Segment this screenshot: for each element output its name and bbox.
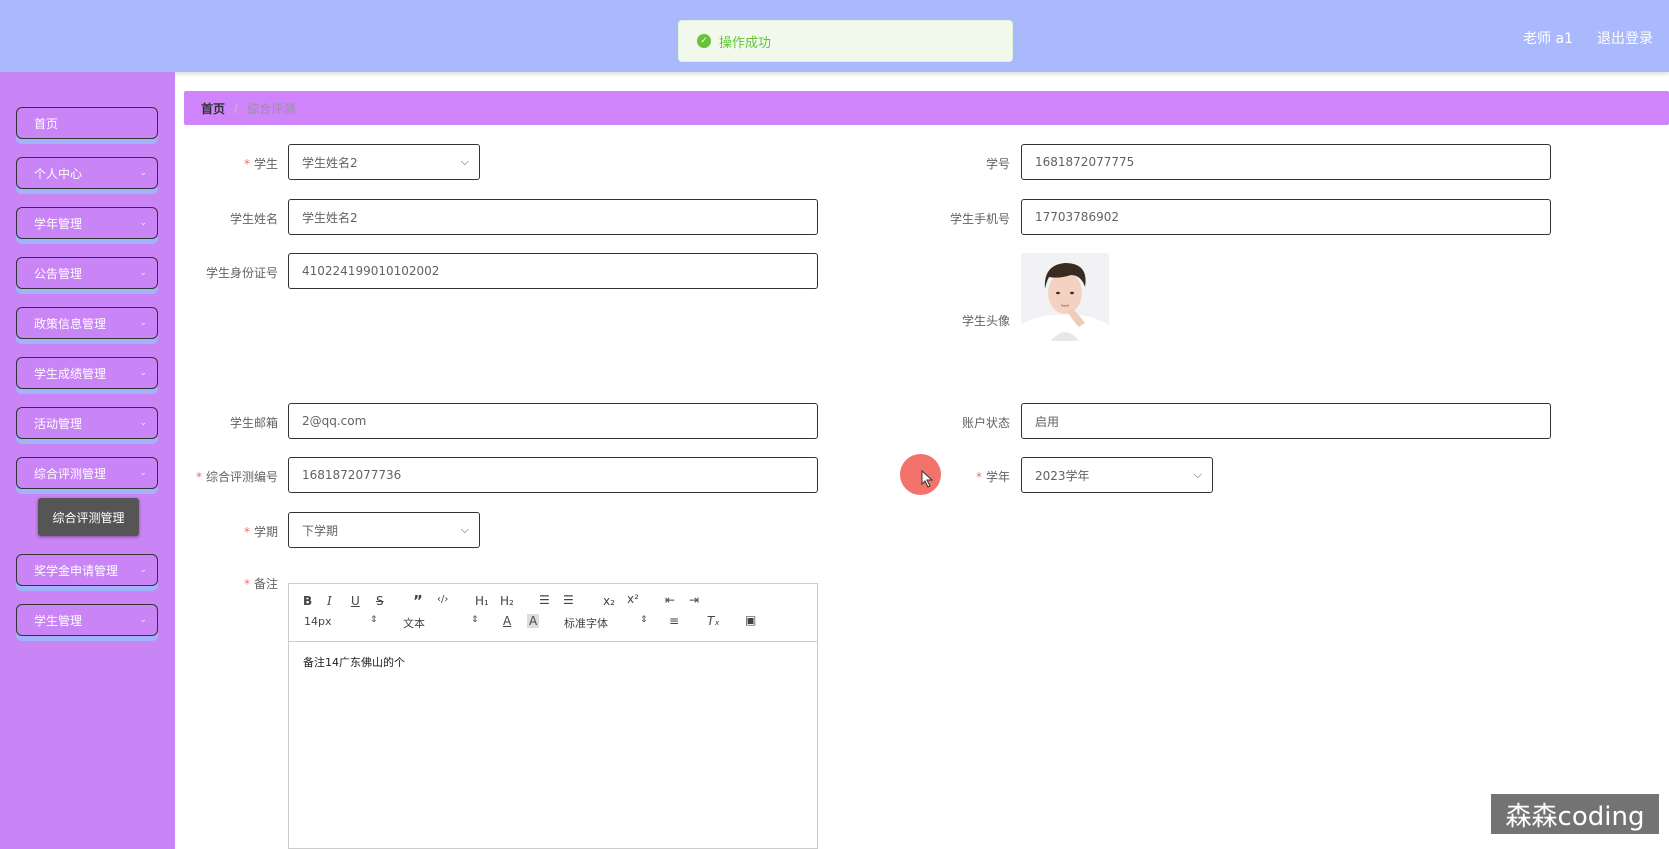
term-select[interactable]: 下学期 ⌵ — [288, 512, 480, 548]
chevron-down-icon: ⌵ — [460, 523, 469, 536]
chevron-down-icon: ⌄ — [139, 468, 147, 478]
toast-message: 操作成功 — [719, 35, 772, 51]
sidebar-item-personal-center[interactable]: 个人中心 ⌄ — [16, 157, 158, 189]
chevron-down-icon: ⌄ — [139, 418, 147, 428]
chevron-down-icon: ⌄ — [139, 268, 147, 278]
sort-icon: ⇕ — [471, 615, 479, 625]
logout-link[interactable]: 退出登录 — [1597, 28, 1653, 48]
avatar-label: 学生头像 — [961, 314, 1010, 328]
blockquote-icon[interactable]: ” — [413, 592, 423, 610]
editor-content[interactable]: 备注14广东佛山的个 — [289, 642, 817, 682]
remark-label: * 备注 — [243, 577, 278, 591]
sidebar-item-students[interactable]: 学生管理 ⌄ — [16, 604, 158, 636]
breadcrumb-current: 综合评测 — [247, 101, 296, 116]
clear-format-icon[interactable]: Tₓ — [707, 614, 720, 628]
email-label: 学生邮箱 — [229, 416, 278, 430]
account-status-field[interactable]: 启用 — [1021, 403, 1551, 439]
success-toast: ✓ 操作成功 — [678, 20, 1013, 62]
chevron-down-icon: ⌵ — [1193, 468, 1202, 481]
rich-text-editor: B I U S ” ‹/› H₁ H₂ ☰ ☰ x₂ x² ⇤ ⇥ 14px ⇕… — [288, 583, 818, 849]
student-select-value: 学生姓名2 — [302, 155, 358, 170]
sidebar-item-label: 学生成绩管理 — [34, 366, 107, 381]
student-select[interactable]: 学生姓名2 ⌵ — [288, 144, 480, 180]
submenu-item-evaluation[interactable]: 综合评测管理 — [38, 498, 139, 536]
sidebar-item-label: 个人中心 — [34, 166, 83, 181]
bullet-list-icon[interactable]: ☰ — [563, 593, 574, 607]
eval-no-label: * 综合评测编号 — [195, 470, 278, 484]
id-card-field[interactable]: 410224199010102002 — [288, 253, 818, 289]
sidebar-item-label: 学生管理 — [34, 613, 83, 628]
check-circle-icon: ✓ — [697, 34, 711, 48]
sort-icon: ⇕ — [640, 615, 648, 625]
sidebar-item-label: 公告管理 — [34, 266, 83, 281]
chevron-down-icon: ⌄ — [139, 218, 147, 228]
sidebar-item-announcement[interactable]: 公告管理 ⌄ — [16, 257, 158, 289]
font-color-icon[interactable]: A — [503, 614, 511, 628]
heading-1-icon[interactable]: H₁ — [475, 594, 489, 608]
sidebar-item-label: 首页 — [34, 116, 59, 131]
sidebar-item-label: 奖学金申请管理 — [34, 563, 119, 578]
ordered-list-icon[interactable]: ☰ — [539, 593, 550, 607]
email-field[interactable]: 2@qq.com — [288, 403, 818, 439]
chevron-down-icon: ⌄ — [139, 368, 147, 378]
account-status-label: 账户状态 — [961, 416, 1010, 430]
sidebar-item-label: 学年管理 — [34, 216, 83, 231]
strikethrough-icon[interactable]: S — [376, 594, 384, 608]
bold-icon[interactable]: B — [303, 594, 312, 608]
outdent-icon[interactable]: ⇤ — [665, 593, 675, 607]
sidebar-item-activity[interactable]: 活动管理 ⌄ — [16, 407, 158, 439]
phone-label: 学生手机号 — [949, 212, 1010, 226]
align-icon[interactable]: ≡ — [669, 614, 679, 628]
indent-icon[interactable]: ⇥ — [689, 593, 699, 607]
sidebar-item-grades[interactable]: 学生成绩管理 ⌄ — [16, 357, 158, 389]
italic-icon[interactable]: I — [327, 594, 332, 608]
student-no-field[interactable]: 1681872077775 — [1021, 144, 1551, 180]
student-no-label: 学号 — [985, 157, 1010, 171]
student-avatar[interactable] — [1021, 253, 1109, 341]
editor-toolbar: B I U S ” ‹/› H₁ H₂ ☰ ☰ x₂ x² ⇤ ⇥ 14px ⇕… — [289, 584, 817, 642]
student-name-label: 学生姓名 — [229, 212, 278, 226]
term-value: 下学期 — [302, 523, 339, 538]
sort-icon: ⇕ — [370, 615, 378, 625]
school-year-value: 2023学年 — [1035, 468, 1090, 483]
chevron-down-icon: ⌄ — [139, 565, 147, 575]
student-label: * 学生 — [243, 157, 278, 171]
sidebar-item-policy[interactable]: 政策信息管理 ⌄ — [16, 307, 158, 339]
user-name: 老师 a1 — [1523, 31, 1573, 47]
id-card-label: 学生身份证号 — [205, 266, 278, 280]
eval-no-field[interactable]: 1681872077736 — [288, 457, 818, 493]
avatar-image — [1021, 253, 1109, 341]
sidebar-item-evaluation[interactable]: 综合评测管理 ⌄ — [16, 457, 158, 489]
font-size-select[interactable]: 14px — [304, 615, 332, 628]
term-label: * 学期 — [243, 525, 278, 539]
superscript-icon[interactable]: x² — [627, 592, 639, 606]
sidebar-item-school-year[interactable]: 学年管理 ⌄ — [16, 207, 158, 239]
block-type-select[interactable]: 文本 — [403, 615, 425, 631]
sidebar-item-scholarship[interactable]: 奖学金申请管理 ⌄ — [16, 554, 158, 586]
sidebar-item-home[interactable]: 首页 — [16, 107, 158, 139]
school-year-select[interactable]: 2023学年 ⌵ — [1021, 457, 1213, 493]
chevron-down-icon: ⌄ — [139, 615, 147, 625]
breadcrumb-home[interactable]: 首页 — [201, 100, 225, 117]
phone-field[interactable]: 17703786902 — [1021, 199, 1551, 235]
breadcrumb-separator: / — [234, 101, 239, 115]
breadcrumb: 首页 / 综合评测 — [184, 91, 1669, 125]
chevron-down-icon: ⌄ — [139, 318, 147, 328]
watermark: 森森coding — [1491, 794, 1659, 834]
student-name-field[interactable]: 学生姓名2 — [288, 199, 818, 235]
chevron-down-icon: ⌵ — [460, 155, 469, 168]
sidebar-item-label: 综合评测管理 — [34, 466, 107, 481]
code-icon[interactable]: ‹/› — [437, 594, 448, 605]
heading-2-icon[interactable]: H₂ — [500, 594, 514, 608]
sidebar: 首页 个人中心 ⌄ 学年管理 ⌄ 公告管理 ⌄ 政策信息管理 ⌄ 学生成绩管理 … — [0, 72, 175, 849]
cursor-icon — [921, 470, 934, 488]
background-color-icon[interactable]: A — [527, 614, 540, 628]
chevron-down-icon: ⌄ — [139, 168, 147, 178]
image-icon[interactable]: ▣ — [745, 613, 756, 627]
font-family-select[interactable]: 标准字体 — [564, 615, 608, 631]
sidebar-item-label: 政策信息管理 — [34, 316, 107, 331]
subscript-icon[interactable]: x₂ — [603, 594, 615, 608]
sidebar-item-label: 活动管理 — [34, 416, 83, 431]
underline-icon[interactable]: U — [351, 594, 360, 608]
